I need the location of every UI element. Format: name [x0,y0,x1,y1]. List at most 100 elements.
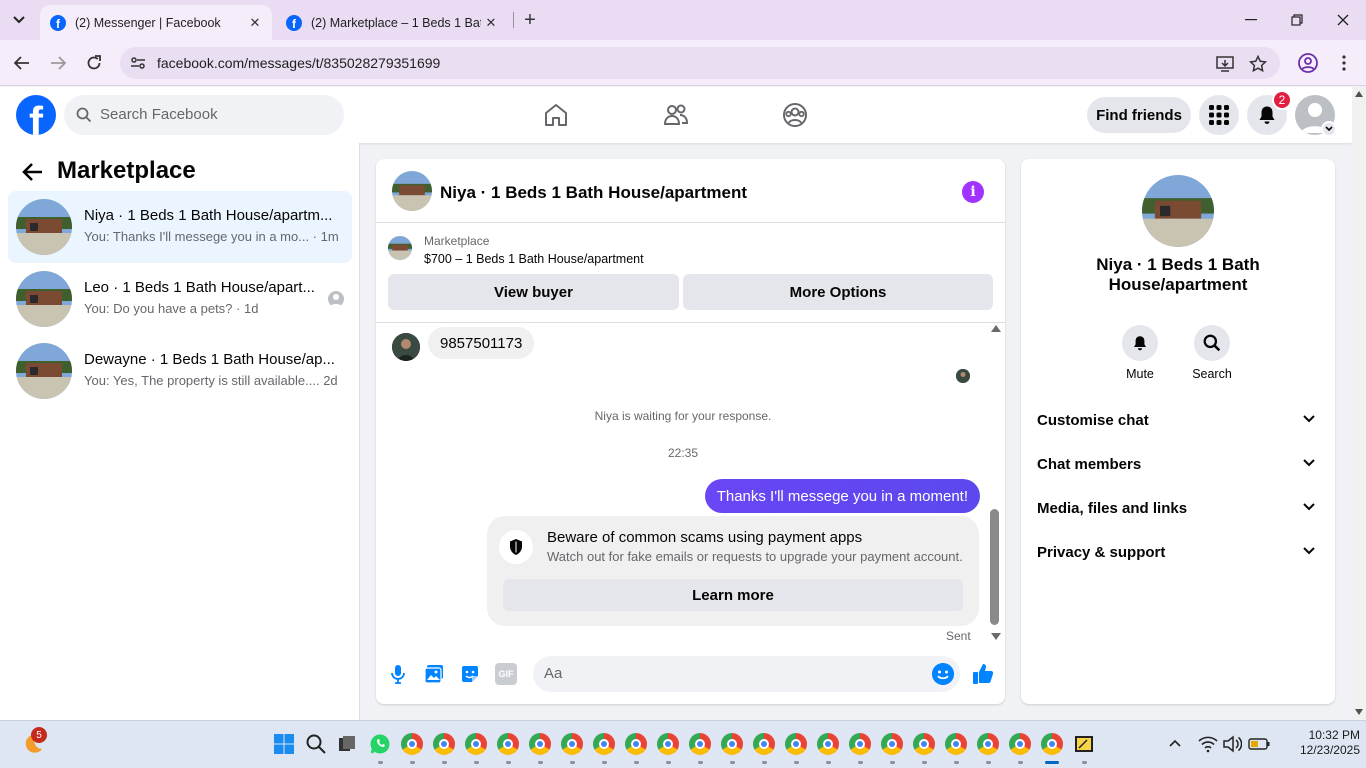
learn-more-button[interactable]: Learn more [503,579,963,611]
url-field[interactable]: facebook.com/messages/t/835028279351699 [120,47,1280,79]
chrome-window-icon[interactable] [465,733,487,755]
view-buyer-button[interactable]: View buyer [388,274,679,310]
facebook-search-input[interactable]: Search Facebook [64,95,344,135]
photo-icon[interactable] [423,663,445,685]
chrome-window-icon[interactable] [945,733,967,755]
thread-scrollbar[interactable] [987,323,1003,641]
privacy-support-section[interactable]: Privacy & support [1037,531,1319,575]
chevron-down-icon [1303,459,1315,467]
back-arrow-icon[interactable] [22,161,44,183]
home-icon[interactable] [542,101,570,129]
chrome-window-icon[interactable] [817,733,839,755]
chat-details-thumbnail[interactable] [1142,175,1214,247]
chrome-window-icon[interactable] [753,733,775,755]
mute-button[interactable]: Mute [1110,325,1170,381]
search-conversation-button[interactable]: Search [1182,325,1242,381]
chrome-window-icon[interactable] [561,733,583,755]
contact-avatar[interactable] [392,333,420,361]
account-caret[interactable] [1321,121,1337,137]
gif-icon[interactable]: GIF [495,663,517,685]
site-settings-icon[interactable] [130,55,146,71]
chrome-window-icon[interactable] [433,733,455,755]
chrome-window-icon[interactable] [785,733,807,755]
info-icon[interactable]: i [962,181,984,203]
chevron-down-icon [1303,503,1315,511]
find-friends-button[interactable]: Find friends [1087,97,1191,133]
whatsapp-icon[interactable] [369,733,391,755]
scroll-up-arrow-icon[interactable] [991,325,1001,332]
more-options-button[interactable]: More Options [683,274,993,310]
reload-button[interactable] [82,51,106,75]
chevron-down-icon [1303,415,1315,423]
minimize-button[interactable] [1239,8,1263,32]
search-icon[interactable] [305,733,327,755]
emoji-icon[interactable] [932,663,954,685]
system-clock[interactable]: 10:32 PM 12/23/2025 [1280,728,1360,758]
profile-icon[interactable] [1297,52,1319,74]
new-tab-button[interactable]: + [519,9,541,31]
outgoing-message[interactable]: Thanks I'll messege you in a moment! [704,479,980,513]
chat-members-section[interactable]: Chat members [1037,443,1319,487]
bookmark-star-icon[interactable] [1249,55,1267,73]
like-thumb-icon[interactable] [971,662,995,686]
friends-icon[interactable] [662,101,690,129]
menu-grid-button[interactable] [1199,95,1239,135]
scroll-down-arrow-icon[interactable] [991,633,1001,640]
chrome-window-icon[interactable] [721,733,743,755]
scroll-up-arrow-icon[interactable] [1355,91,1363,97]
windows-start-icon[interactable] [273,733,295,755]
install-app-icon[interactable] [1216,55,1234,73]
chrome-window-icon[interactable] [401,733,423,755]
tab-messenger[interactable]: f (2) Messenger | Facebook ✕ [40,5,272,40]
message-thread: 9857501173 Niya is waiting for your resp… [376,323,1005,643]
chat-thumbnail[interactable] [392,171,432,211]
chrome-window-icon[interactable] [1041,733,1063,755]
chrome-window-icon[interactable] [849,733,871,755]
conversation-item[interactable]: Niya · 1 Beds 1 Bath House/apartm... You… [8,191,352,263]
chrome-window-icon[interactable] [1009,733,1031,755]
chevron-up-icon[interactable] [1166,735,1184,753]
chrome-window-icon[interactable] [529,733,551,755]
section-label: Customise chat [1037,412,1149,429]
chrome-window-icon[interactable] [497,733,519,755]
media-files-links-section[interactable]: Media, files and links [1037,487,1319,531]
tab-search-button[interactable] [8,9,30,31]
running-indicator [730,761,735,764]
wifi-icon[interactable] [1198,735,1218,753]
listing-price-title[interactable]: $700 – 1 Beds 1 Bath House/apartment [424,252,644,266]
customise-chat-section[interactable]: Customise chat [1037,399,1319,443]
battery-icon[interactable] [1248,737,1270,751]
message-input[interactable]: Aa [533,656,960,692]
microphone-icon[interactable] [387,663,409,685]
sticky-notes-icon[interactable] [1073,733,1095,755]
chrome-window-icon[interactable] [977,733,999,755]
chrome-window-icon[interactable] [657,733,679,755]
volume-icon[interactable] [1222,735,1242,753]
close-tab-icon[interactable]: ✕ [246,14,264,32]
sticker-icon[interactable] [459,663,481,685]
facebook-logo-icon[interactable]: f [16,95,56,135]
close-tab-icon[interactable]: ✕ [482,14,500,32]
chrome-window-icon[interactable] [593,733,615,755]
clock-date: 12/23/2025 [1299,743,1360,757]
chrome-window-icon[interactable] [881,733,903,755]
conversation-item[interactable]: Leo · 1 Beds 1 Bath House/apart... You: … [8,263,352,335]
scrollbar-thumb[interactable] [990,509,999,625]
chrome-window-icon[interactable] [625,733,647,755]
scroll-down-arrow-icon[interactable] [1355,709,1363,715]
tab-marketplace[interactable]: f (2) Marketplace – 1 Beds 1 Bath ✕ [276,5,508,40]
page-scrollbar[interactable] [1352,87,1366,720]
chrome-window-icon[interactable] [689,733,711,755]
seen-avatar-icon [328,291,344,307]
back-button[interactable] [10,51,34,75]
incoming-message[interactable]: 9857501173 [428,327,535,359]
browser-menu-button[interactable] [1334,52,1354,74]
restore-button[interactable] [1285,8,1309,32]
chat-title[interactable]: Niya · 1 Beds 1 Bath House/apartment [440,183,747,203]
groups-icon[interactable] [781,101,809,129]
close-window-button[interactable] [1331,8,1355,32]
forward-button[interactable] [46,51,70,75]
chrome-window-icon[interactable] [913,733,935,755]
conversation-item[interactable]: Dewayne · 1 Beds 1 Bath House/ap... You:… [8,335,352,407]
task-view-icon[interactable] [336,733,358,755]
